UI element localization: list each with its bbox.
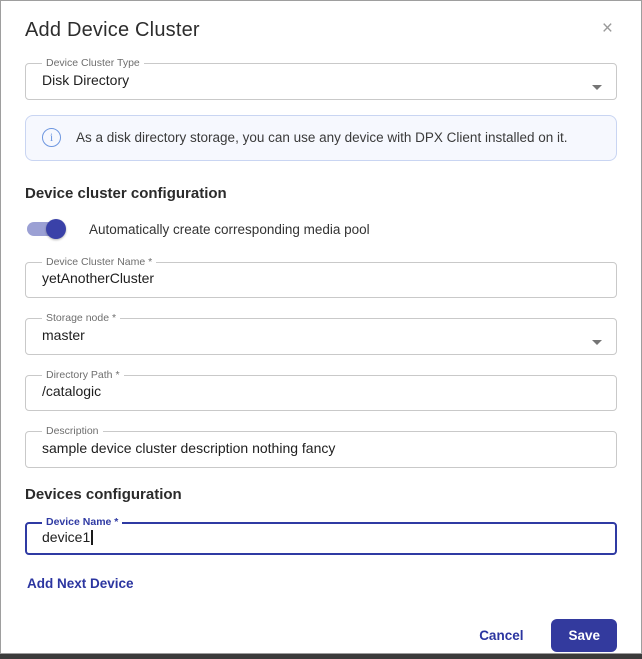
storage-node-value[interactable] [40, 326, 602, 343]
add-next-device-link[interactable]: Add Next Device [27, 576, 134, 591]
close-icon[interactable]: × [598, 17, 617, 40]
device-cluster-name-label: Device Cluster Name * [42, 257, 156, 269]
device-name-field[interactable]: Device Name * device1 [25, 517, 617, 556]
directory-path-input[interactable] [40, 382, 602, 399]
storage-node-select[interactable]: Storage node * [25, 313, 617, 355]
dialog-title: Add Device Cluster [25, 19, 200, 42]
media-pool-toggle[interactable] [27, 222, 63, 236]
device-cluster-type-value[interactable] [40, 71, 602, 88]
directory-path-label: Directory Path * [42, 370, 124, 382]
info-banner: i As a disk directory storage, you can u… [25, 115, 617, 161]
chevron-down-icon[interactable] [592, 340, 602, 345]
media-pool-toggle-row: Automatically create corresponding media… [25, 222, 617, 237]
dialog-header: Add Device Cluster × [25, 19, 617, 42]
description-field[interactable]: Description [25, 426, 617, 468]
device-cluster-name-input[interactable] [40, 269, 602, 286]
toggle-thumb[interactable] [46, 219, 66, 239]
chevron-down-icon[interactable] [592, 85, 602, 90]
media-pool-toggle-label: Automatically create corresponding media… [89, 222, 370, 237]
section-heading-devices-config: Devices configuration [25, 486, 617, 503]
directory-path-field[interactable]: Directory Path * [25, 370, 617, 412]
page-backdrop-strip [0, 654, 642, 659]
info-circle-icon: i [42, 128, 61, 147]
device-cluster-type-select[interactable]: Device Cluster Type [25, 58, 617, 100]
text-cursor [91, 530, 93, 545]
description-input[interactable] [40, 439, 602, 456]
dialog-actions: Cancel Save [25, 619, 617, 652]
cancel-button[interactable]: Cancel [479, 628, 523, 643]
storage-node-label: Storage node * [42, 313, 120, 325]
device-cluster-type-label: Device Cluster Type [42, 58, 144, 70]
device-cluster-name-field[interactable]: Device Cluster Name * [25, 257, 617, 299]
section-heading-cluster-config: Device cluster configuration [25, 185, 617, 202]
device-name-input[interactable]: device1 [40, 528, 602, 545]
device-name-label: Device Name * [42, 517, 122, 529]
add-device-cluster-dialog: Add Device Cluster × Device Cluster Type… [0, 0, 642, 654]
info-banner-text: As a disk directory storage, you can use… [76, 130, 568, 145]
description-label: Description [42, 426, 103, 438]
save-button[interactable]: Save [551, 619, 617, 652]
